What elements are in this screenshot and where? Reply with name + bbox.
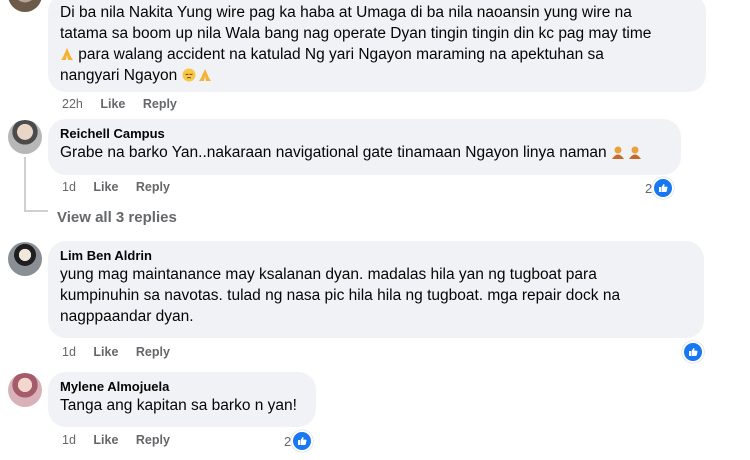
like-button[interactable]: Like	[93, 345, 118, 359]
comment-bubble: Lim Ben Aldrin yung mag maintanance may …	[48, 241, 704, 338]
comment-author[interactable]: Mylene Almojuela	[60, 378, 304, 395]
thread-line	[24, 157, 26, 212]
reaction-summary[interactable]: 2	[284, 430, 314, 452]
pray-emoji	[198, 69, 211, 81]
avatar[interactable]	[8, 373, 42, 407]
comment-text-line: tatama sa boom up nila Wala bang nag ope…	[60, 25, 652, 42]
comment-meta: 1d Like Reply	[62, 433, 184, 447]
reaction-count: 2	[284, 433, 292, 449]
reply-button[interactable]: Reply	[136, 180, 170, 194]
comment-text: Di ba nila Nakita Yung wire pag ka haba …	[60, 2, 694, 86]
thread-line	[24, 210, 48, 212]
comment-text-line: Di ba nila Nakita Yung wire pag ka haba …	[60, 4, 632, 21]
timestamp[interactable]: 1d	[62, 345, 76, 359]
timestamp[interactable]: 1d	[62, 180, 76, 194]
timestamp[interactable]: 22h	[62, 97, 83, 111]
comment-meta: 22h Like Reply	[62, 97, 191, 111]
reaction-summary[interactable]	[682, 341, 704, 363]
reply-button[interactable]: Reply	[136, 433, 170, 447]
view-replies-link[interactable]: View all 3 replies	[57, 209, 177, 226]
like-icon	[291, 430, 314, 452]
like-button[interactable]: Like	[93, 433, 118, 447]
avatar[interactable]	[8, 242, 42, 276]
comment-bubble: Di ba nila Nakita Yung wire pag ka haba …	[48, 0, 706, 92]
avatar[interactable]	[8, 120, 42, 154]
person-emoji	[628, 146, 641, 159]
pray-emoji	[61, 48, 73, 60]
comment-text: Tanga ang kapitan sa barko n yan!	[60, 397, 297, 414]
comment-meta: 1d Like Reply	[62, 180, 184, 194]
comment-text-line: yung mag maintanance may ksalanan dyan. …	[60, 266, 597, 283]
comment-meta: 1d Like Reply	[62, 345, 184, 359]
like-button[interactable]: Like	[100, 97, 125, 111]
comment-author[interactable]: Reichell Campus	[60, 125, 669, 142]
comment-text: Grabe na barko Yan..nakaraan navigationa…	[60, 142, 669, 163]
comment-text-line: kumpinuhin sa navotas. tulad ng nasa pic…	[60, 287, 621, 304]
reply-button[interactable]: Reply	[143, 97, 177, 111]
comment-text-line: nagppaandar dyan.	[60, 308, 194, 325]
reply-button[interactable]: Reply	[136, 345, 170, 359]
comment-text-line: para walang accident na katulad Ng yari …	[60, 44, 694, 65]
like-icon	[682, 341, 704, 363]
comment-bubble: Mylene Almojuela Tanga ang kapitan sa ba…	[48, 372, 316, 427]
comment-text-line: nangyari Ngayon	[60, 65, 694, 86]
person-emoji	[611, 146, 624, 159]
timestamp[interactable]: 1d	[62, 433, 76, 447]
reaction-count: 2	[645, 180, 653, 196]
like-icon	[652, 177, 675, 199]
pensive-emoji	[182, 68, 195, 82]
like-button[interactable]: Like	[93, 180, 118, 194]
comment-bubble: Reichell Campus Grabe na barko Yan..naka…	[48, 119, 681, 175]
avatar[interactable]	[8, 0, 42, 12]
comment-text: yung mag maintanance may ksalanan dyan. …	[60, 264, 692, 327]
reaction-summary[interactable]: 2	[645, 177, 675, 199]
comment-author[interactable]: Lim Ben Aldrin	[60, 247, 692, 264]
